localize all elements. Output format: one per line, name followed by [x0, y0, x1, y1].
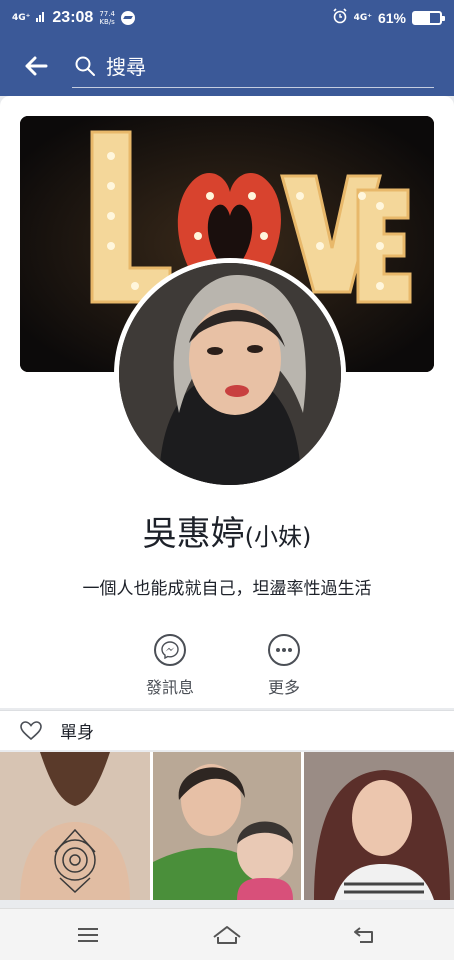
network-indicator-right: 4G⁺: [353, 12, 372, 23]
search-input[interactable]: 搜尋: [72, 44, 434, 88]
home-button[interactable]: [207, 921, 247, 949]
profile-card: 吳惠婷(小妹) 一個人也能成就自己，坦盪率性過生活 發訊息 更多: [0, 96, 454, 708]
menu-icon: [78, 928, 98, 942]
home-icon: [213, 926, 241, 944]
network-speed: 77.4 KB/s: [99, 10, 115, 26]
network-speed-value: 77.4: [99, 10, 115, 18]
send-message-label: 發訊息: [145, 678, 194, 697]
photo-selfie[interactable]: [304, 752, 454, 900]
back-button[interactable]: [0, 36, 72, 96]
heart-icon: [20, 720, 42, 740]
send-message-button[interactable]: 發訊息: [130, 634, 210, 698]
signal-icon: [36, 10, 46, 26]
more-button[interactable]: 更多: [244, 634, 324, 698]
profile-actions: 發訊息 更多: [0, 634, 454, 704]
relationship-status: 單身: [0, 710, 454, 750]
photo-grid: [0, 752, 454, 900]
clock: 23:08: [52, 9, 94, 26]
relationship-label: 單身: [60, 723, 94, 743]
profile-name-text: 吳惠婷: [142, 514, 245, 554]
network-speed-unit: KB/s: [99, 18, 115, 26]
alarm-icon: [332, 8, 348, 28]
search-header: 搜尋: [0, 36, 454, 96]
battery-percent: 61%: [377, 10, 406, 26]
menu-button[interactable]: [68, 921, 108, 949]
search-icon: [75, 56, 95, 76]
status-bar: 4G⁺ 23:08 77.4 KB/s 4G⁺ 61%: [0, 0, 454, 36]
back-icon: [354, 927, 373, 943]
photo-selfie-with-child[interactable]: [153, 752, 301, 900]
messenger-icon: [154, 634, 186, 666]
battery-icon: [412, 11, 445, 25]
system-nav-bar: [0, 908, 454, 960]
back-nav-button[interactable]: [344, 921, 384, 949]
profile-bio: 一個人也能成就自己，坦盪率性過生活: [82, 579, 372, 599]
profile-name: 吳惠婷(小妹): [0, 506, 454, 555]
back-arrow-icon: [25, 56, 48, 76]
profile-alternate-name: (小妹): [244, 523, 312, 551]
more-label: 更多: [267, 678, 300, 697]
photo-tattoo[interactable]: [0, 752, 150, 900]
profile-portrait: [119, 263, 341, 485]
messenger-notification-icon: [120, 11, 135, 25]
more-icon: [268, 634, 300, 666]
network-indicator: 4G⁺: [12, 12, 31, 23]
search-placeholder: 搜尋: [106, 55, 146, 79]
battery-level: [414, 13, 430, 23]
profile-picture[interactable]: [114, 258, 346, 490]
